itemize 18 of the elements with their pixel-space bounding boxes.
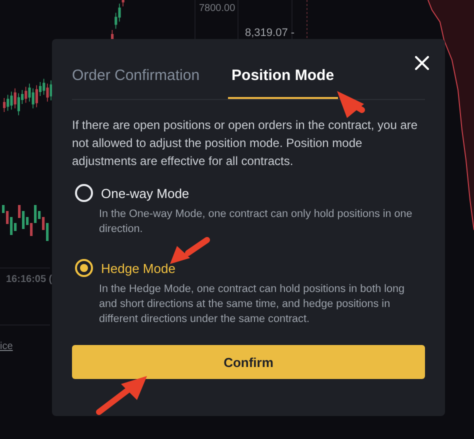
option-description: In the One-way Mode, one contract can only hold positions in one direction.: [99, 207, 414, 237]
last-price-label: 8,319.07 -: [245, 27, 295, 39]
close-icon[interactable]: [415, 56, 429, 70]
annotation-arrow: [96, 376, 147, 415]
dialog-tab[interactable]: Order Confirmation: [72, 53, 200, 99]
notice-text: If there are open positions or open orders in the contract, you are not allowed to adjust the position mode. Position mode adjustments are effective for all contracts.: [72, 117, 419, 170]
annotation-arrow: [170, 237, 210, 264]
price-label: 7800.00: [199, 3, 236, 14]
option-label[interactable]: One-way Mode: [101, 186, 190, 200]
annotation-arrow: [337, 91, 365, 118]
time-label: 16:16:05 (: [6, 274, 52, 285]
dialog-tab[interactable]: Position Mode: [228, 53, 338, 99]
option-label[interactable]: Hedge Mode: [101, 260, 176, 276]
candlestick-series: [2, 205, 49, 241]
radio-button[interactable]: [75, 259, 93, 277]
price-link[interactable]: ice: [0, 341, 13, 352]
option-description: In the Hedge Mode, one contract can hold positions in both long and short directions at the same time, and hedge positions in different directions under the same contract.: [99, 282, 406, 327]
confirm-button[interactable]: Confirm: [72, 345, 425, 379]
